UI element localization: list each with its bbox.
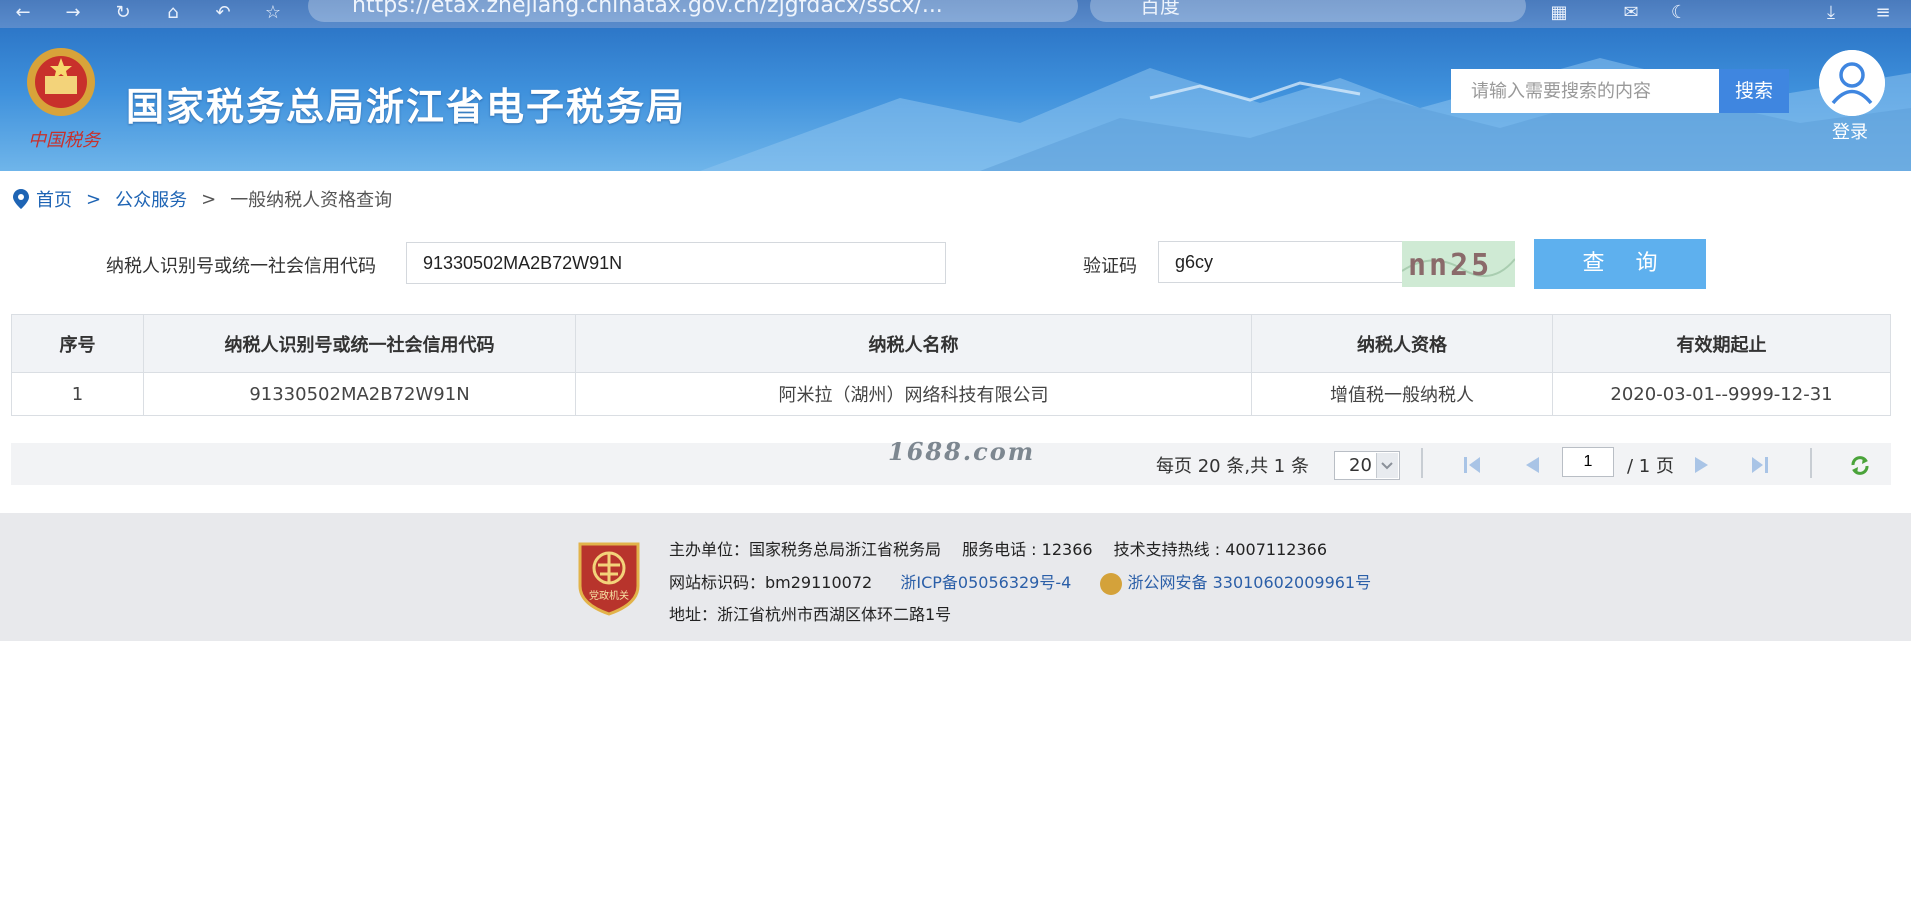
taxpayer-id-label: 纳税人识别号或统一社会信用代码 (106, 256, 376, 277)
page-summary: 每页 20 条,共 1 条 (1156, 456, 1309, 477)
prev-page-icon[interactable] (1518, 452, 1546, 478)
captcha-image[interactable]: nn25 (1402, 241, 1515, 287)
col-header-taxpayer-id: 纳税人识别号或统一社会信用代码 (143, 314, 576, 373)
site-header: 中国税务 国家税务总局浙江省电子税务局 搜索 登录 (0, 28, 1911, 171)
page-size-value: 20 (1349, 455, 1372, 476)
breadcrumb-current: 一般纳税人资格查询 (230, 190, 393, 211)
police-badge-icon (1099, 572, 1122, 595)
home-icon[interactable]: ⌂ (162, 2, 184, 24)
page-size-select[interactable]: 20 (1334, 451, 1400, 480)
mail-icon[interactable]: ✉ (1620, 2, 1642, 24)
breadcrumb-home[interactable]: 首页 (36, 186, 72, 212)
col-header-qualification: 纳税人资格 (1251, 314, 1553, 373)
current-page-input[interactable] (1562, 447, 1614, 477)
menu-icon[interactable]: ≡ (1872, 2, 1894, 24)
night-mode-icon[interactable]: ☾ (1668, 2, 1690, 24)
address-bar[interactable]: https://etax.zhejiang.chinatax.gov.cn/zj… (308, 0, 1078, 22)
favorite-star-icon[interactable]: ☆ (262, 2, 284, 24)
footer-address: 地址：浙江省杭州市西湖区体环二路1号 (669, 605, 952, 624)
cell-qualification: 增值税一般纳税人 (1251, 372, 1553, 416)
svg-text:中国税务: 中国税务 (28, 130, 102, 151)
tax-emblem-logo: 中国税务 (27, 48, 102, 151)
last-page-icon[interactable] (1746, 452, 1774, 478)
col-header-taxpayer-name: 纳税人名称 (575, 314, 1252, 373)
footer-sponsor-line: 主办单位：国家税务总局浙江省税务局 服务电话 : 12366 技术支持热线 : … (669, 540, 1327, 559)
cell-taxpayer-name: 阿米拉（湖州）网络科技有限公司 (575, 372, 1252, 416)
download-icon[interactable]: ⤓ (1820, 2, 1842, 24)
refresh-icon[interactable]: ↻ (112, 2, 134, 24)
pager-divider (1810, 448, 1812, 478)
extension-icon[interactable]: ▦ (1548, 2, 1570, 24)
user-avatar-icon[interactable] (1819, 50, 1885, 116)
breadcrumb: 首页 > 公众服务 > 一般纳税人资格查询 (12, 186, 392, 212)
breadcrumb-separator: > (201, 188, 217, 210)
browser-search-box[interactable]: 百度 (1090, 0, 1526, 22)
login-link[interactable]: 登录 (1832, 118, 1868, 144)
pager-divider (1421, 448, 1423, 478)
cell-taxpayer-id: 91330502MA2B72W91N (143, 372, 576, 416)
cell-validity: 2020-03-01--9999-12-31 (1552, 372, 1891, 416)
undo-icon[interactable]: ↶ (212, 2, 234, 24)
footer-site-info: 网站标识码：bm29110072 浙ICP备05056329号-4 浙公网安备 … (669, 569, 1371, 595)
footer-icp-link[interactable]: 浙ICP备05056329号-4 (900, 573, 1071, 592)
col-header-validity: 有效期起止 (1552, 314, 1891, 373)
cell-index: 1 (11, 372, 144, 416)
back-icon[interactable]: ← (12, 2, 34, 24)
total-pages: / 1 页 (1627, 456, 1674, 477)
location-pin-icon (13, 189, 29, 209)
taxpayer-id-input[interactable] (406, 242, 946, 284)
badge-text: 党政机关 (589, 589, 629, 602)
header-search-input[interactable] (1451, 69, 1719, 113)
breadcrumb-public-service[interactable]: 公众服务 (115, 186, 187, 212)
browser-toolbar: ← → ↻ ⌂ ↶ ☆ https://etax.zhejiang.chinat… (0, 0, 1911, 28)
table-header-row: 序号 纳税人识别号或统一社会信用代码 纳税人名称 纳税人资格 有效期起止 (11, 314, 1891, 373)
captcha-label: 验证码 (1083, 256, 1137, 277)
result-table: 序号 纳税人识别号或统一社会信用代码 纳税人名称 纳税人资格 有效期起止 1 9… (11, 314, 1891, 416)
watermark: 1688.com (888, 437, 1036, 466)
breadcrumb-separator: > (86, 188, 102, 210)
party-government-badge[interactable]: 党政机关 (576, 538, 642, 616)
next-page-icon[interactable] (1688, 452, 1716, 478)
refresh-icon[interactable] (1846, 452, 1874, 478)
captcha-image-text: nn25 (1408, 248, 1492, 283)
table-row: 1 91330502MA2B72W91N 阿米拉（湖州）网络科技有限公司 增值税… (11, 372, 1891, 416)
footer-police-link[interactable]: 浙公网安备 33010602009961号 (1128, 573, 1372, 592)
forward-icon[interactable]: → (62, 2, 84, 24)
chevron-down-icon[interactable] (1376, 453, 1398, 478)
site-title: 国家税务总局浙江省电子税务局 (126, 85, 687, 129)
col-header-index: 序号 (11, 314, 144, 373)
header-search-button[interactable]: 搜索 (1719, 69, 1789, 113)
footer-site-id: 网站标识码：bm29110072 (669, 573, 873, 592)
captcha-input[interactable] (1158, 241, 1404, 283)
first-page-icon[interactable] (1458, 452, 1486, 478)
query-button[interactable]: 查 询 (1534, 239, 1706, 289)
